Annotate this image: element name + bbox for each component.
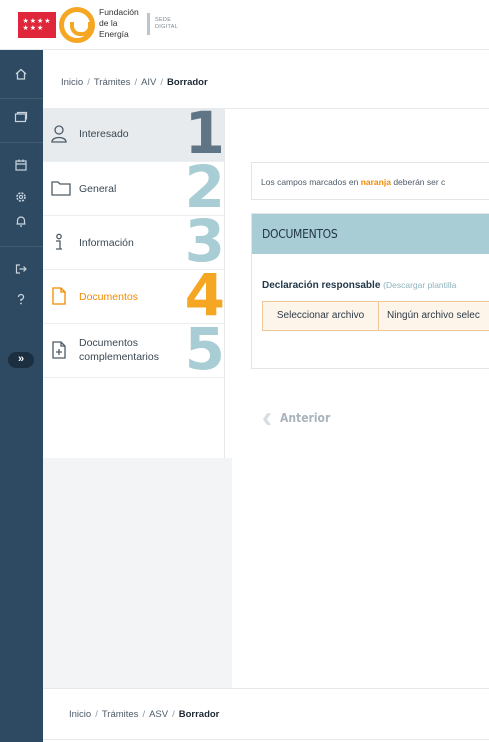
footer-bottom-divider <box>43 739 489 740</box>
user-icon <box>51 125 67 143</box>
breadcrumb-current: Borrador <box>178 709 220 720</box>
expand-sidebar-button[interactable]: » <box>8 352 34 368</box>
previous-label: Anterior <box>280 411 331 425</box>
breadcrumb-link[interactable]: Inicio <box>69 709 91 720</box>
brand-divider <box>147 13 150 35</box>
breadcrumb-link[interactable]: AIV <box>141 77 156 88</box>
breadcrumb-link[interactable]: ASV <box>149 709 168 720</box>
step-label: General <box>79 183 117 195</box>
rail-divider <box>0 98 43 99</box>
folders-icon[interactable] <box>12 110 30 126</box>
flag-stars: ★★★★ ★★★ <box>22 18 52 32</box>
step-label: Documentos complementarios <box>79 337 159 363</box>
required-fields-note: Los campos marcados en naranja deberán s… <box>251 162 489 200</box>
logout-icon[interactable] <box>12 262 30 278</box>
step-number: 5 <box>184 315 225 383</box>
step-label: Documentos <box>79 291 138 303</box>
breadcrumb: Inicio / Trámites / AIV / Borrador <box>61 77 208 88</box>
brand-name: Fundación de la Energía <box>99 7 139 39</box>
calendar-icon[interactable] <box>12 158 30 174</box>
steps-panel-background <box>43 458 232 688</box>
breadcrumb-link[interactable]: Inicio <box>61 77 83 88</box>
info-icon <box>51 233 67 251</box>
document-icon <box>51 287 67 305</box>
breadcrumb-footer: Inicio / Trámites / ASV / Borrador <box>69 709 220 720</box>
help-icon[interactable] <box>12 292 30 308</box>
note-highlight: naranja <box>360 177 391 187</box>
app-header: ★★★★ ★★★ Fundación de la Energía SEDE DI… <box>0 0 489 50</box>
select-file-button[interactable]: Seleccionar archivo <box>263 302 379 330</box>
breadcrumb-link[interactable]: Trámites <box>102 709 139 720</box>
footer-divider <box>43 688 489 689</box>
side-rail: » <box>0 50 43 742</box>
file-name-status: Ningún archivo selec <box>387 310 480 321</box>
step-label: Interesado <box>79 128 129 140</box>
previous-button[interactable]: ‹‹ Anterior <box>262 403 331 433</box>
declaracion-label: Declaración responsable (Descargar plant… <box>262 280 457 291</box>
rail-divider <box>0 246 43 247</box>
rail-divider <box>0 142 43 143</box>
sede-digital-label: SEDE DIGITAL <box>155 17 179 30</box>
breadcrumb-link[interactable]: Trámites <box>94 77 131 88</box>
comunidad-madrid-flag-logo[interactable]: ★★★★ ★★★ <box>18 12 56 38</box>
bell-icon[interactable] <box>12 214 30 230</box>
step-label: Información <box>79 237 134 249</box>
home-icon[interactable] <box>12 67 30 83</box>
file-upload-field[interactable]: Seleccionar archivo Ningún archivo selec <box>262 301 489 331</box>
fundacion-energia-logo[interactable] <box>59 7 95 43</box>
documents-card: DOCUMENTOS Declaración responsable (Desc… <box>251 213 489 369</box>
document-add-icon <box>51 341 67 359</box>
download-template-link[interactable]: (Descargar plantilla <box>383 280 456 290</box>
settings-icon[interactable] <box>12 190 30 206</box>
documents-title: DOCUMENTOS <box>252 214 489 254</box>
step-documentos-complementarios[interactable]: Documentos complementarios 5 <box>43 320 225 378</box>
breadcrumb-current: Borrador <box>167 77 208 88</box>
folder-icon <box>51 179 71 197</box>
wizard-steps: Interesado 1 General 2 Información 3 Doc… <box>43 104 225 458</box>
